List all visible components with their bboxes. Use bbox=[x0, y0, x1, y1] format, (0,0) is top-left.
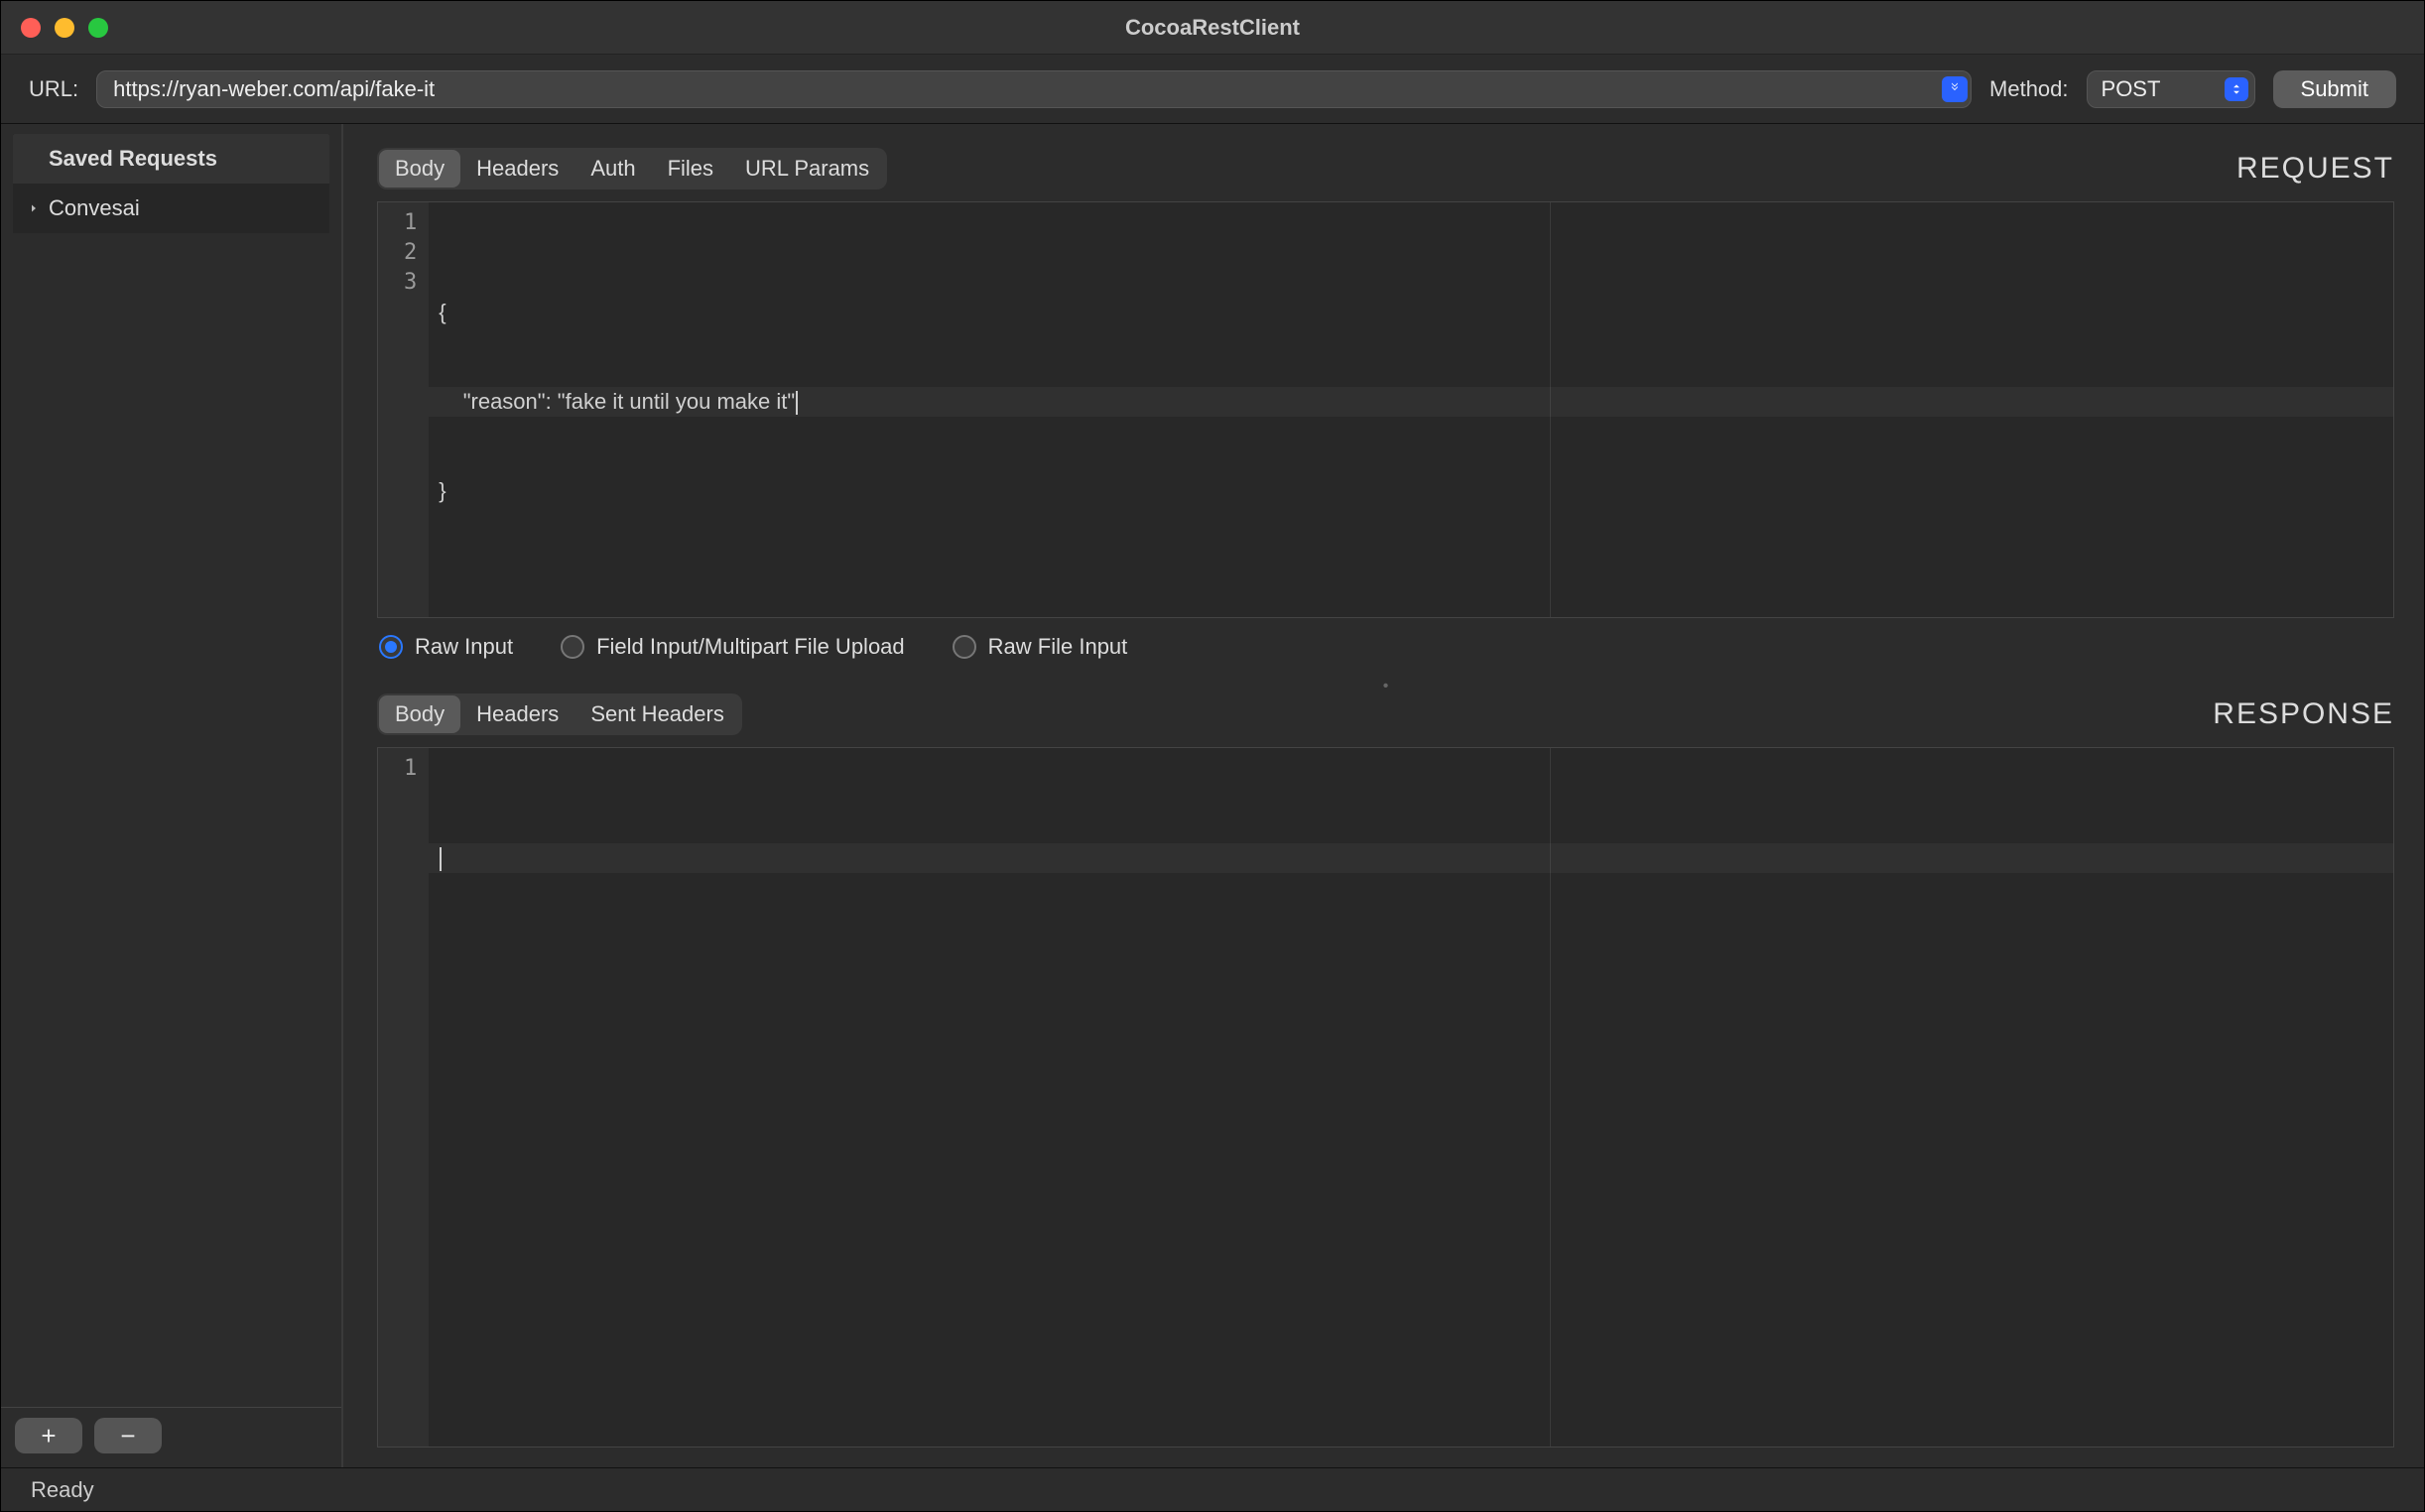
input-mode-raw[interactable]: Raw Input bbox=[379, 634, 513, 660]
tab-request-files[interactable]: Files bbox=[652, 150, 729, 188]
add-request-button[interactable]: + bbox=[15, 1418, 82, 1453]
window-controls bbox=[1, 18, 108, 38]
code-line: { bbox=[439, 300, 446, 324]
request-section-header: Body Headers Auth Files URL Params REQUE… bbox=[377, 148, 2394, 189]
sidebar-spacer bbox=[13, 233, 329, 1407]
sidebar-footer: + − bbox=[13, 1418, 329, 1467]
saved-requests-header: Saved Requests bbox=[13, 134, 329, 184]
request-code[interactable]: { "reason": "fake it until you make it" … bbox=[429, 202, 2393, 617]
request-body-editor[interactable]: 1 2 3 { "reason": "fake it until you mak… bbox=[377, 201, 2394, 618]
tab-request-urlparams[interactable]: URL Params bbox=[729, 150, 885, 188]
sidebar: Saved Requests Convesai + − bbox=[1, 124, 343, 1467]
split-handle[interactable]: • bbox=[377, 680, 2394, 693]
text-cursor-icon bbox=[440, 847, 442, 871]
minimize-window-icon[interactable] bbox=[55, 18, 74, 38]
method-value: POST bbox=[2102, 76, 2161, 102]
url-input[interactable] bbox=[96, 70, 1972, 108]
response-title: RESPONSE bbox=[2213, 697, 2394, 731]
input-mode-label: Field Input/Multipart File Upload bbox=[596, 634, 905, 660]
content-area: Body Headers Auth Files URL Params REQUE… bbox=[343, 124, 2424, 1467]
response-tabs: Body Headers Sent Headers bbox=[377, 693, 742, 735]
method-label: Method: bbox=[1989, 76, 2069, 102]
tab-request-headers[interactable]: Headers bbox=[460, 150, 574, 188]
text-cursor-icon bbox=[796, 391, 798, 415]
radio-icon bbox=[953, 635, 976, 659]
status-text: Ready bbox=[31, 1477, 94, 1503]
response-section-header: Body Headers Sent Headers RESPONSE bbox=[377, 693, 2394, 735]
request-title: REQUEST bbox=[2236, 152, 2394, 186]
close-window-icon[interactable] bbox=[21, 18, 41, 38]
tab-response-body[interactable]: Body bbox=[379, 695, 460, 733]
app-title: CocoaRestClient bbox=[1125, 15, 1300, 41]
toolbar: URL: Method: POST Submit bbox=[1, 55, 2424, 124]
url-history-dropdown[interactable] bbox=[1942, 76, 1968, 102]
saved-requests-list: Convesai bbox=[13, 184, 329, 233]
radio-icon bbox=[379, 635, 403, 659]
url-label: URL: bbox=[29, 76, 78, 102]
input-mode-label: Raw File Input bbox=[988, 634, 1128, 660]
input-mode-multipart[interactable]: Field Input/Multipart File Upload bbox=[561, 634, 905, 660]
input-mode-rawfile[interactable]: Raw File Input bbox=[953, 634, 1128, 660]
saved-request-item[interactable]: Convesai bbox=[13, 191, 329, 225]
input-mode-label: Raw Input bbox=[415, 634, 513, 660]
request-input-mode-row: Raw Input Field Input/Multipart File Upl… bbox=[377, 618, 2394, 680]
response-gutter: 1 bbox=[378, 748, 429, 1447]
code-line: "reason": "fake it until you make it" bbox=[439, 389, 795, 414]
tab-request-auth[interactable]: Auth bbox=[574, 150, 651, 188]
remove-request-button[interactable]: − bbox=[94, 1418, 162, 1453]
app-window: CocoaRestClient URL: Method: POST Submit bbox=[0, 0, 2425, 1512]
request-tabs: Body Headers Auth Files URL Params bbox=[377, 148, 887, 189]
chevron-right-icon bbox=[27, 201, 41, 215]
submit-button[interactable]: Submit bbox=[2273, 70, 2396, 108]
main-body: Saved Requests Convesai + − bbox=[1, 124, 2424, 1467]
saved-request-label: Convesai bbox=[49, 195, 140, 221]
saved-requests-panel: Saved Requests Convesai bbox=[13, 134, 329, 233]
request-gutter: 1 2 3 bbox=[378, 202, 429, 617]
status-bar: Ready bbox=[1, 1467, 2424, 1511]
code-line: } bbox=[439, 478, 446, 503]
tab-request-body[interactable]: Body bbox=[379, 150, 460, 188]
chevron-down-icon bbox=[1948, 79, 1962, 98]
chevron-updown-icon bbox=[2230, 76, 2243, 102]
response-body-editor[interactable]: 1 bbox=[377, 747, 2394, 1448]
method-dropdown-icon-wrap bbox=[2225, 77, 2248, 101]
radio-icon bbox=[561, 635, 584, 659]
sidebar-divider bbox=[1, 1407, 341, 1408]
titlebar: CocoaRestClient bbox=[1, 1, 2424, 55]
url-input-wrap bbox=[96, 70, 1972, 108]
tab-response-headers[interactable]: Headers bbox=[460, 695, 574, 733]
method-select[interactable]: POST bbox=[2087, 70, 2255, 108]
response-code[interactable] bbox=[429, 748, 2393, 1447]
tab-response-sentheaders[interactable]: Sent Headers bbox=[574, 695, 740, 733]
fullscreen-window-icon[interactable] bbox=[88, 18, 108, 38]
